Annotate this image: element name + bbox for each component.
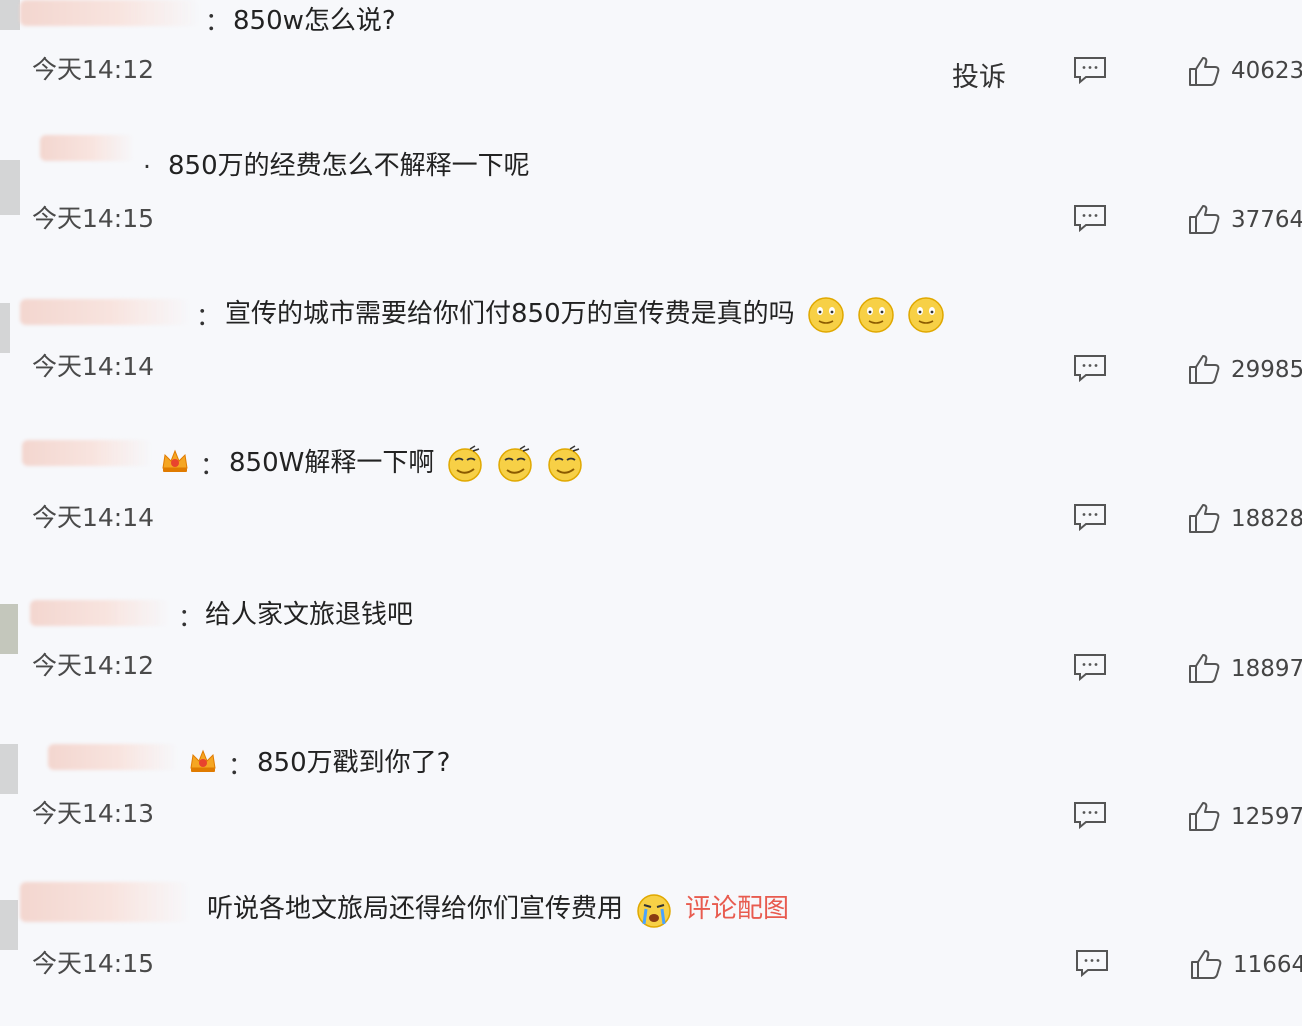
comment-item: 听说各地文旅局还得给你们宣传费用 评论配图 今天14:15 11664 bbox=[0, 878, 1302, 1026]
reply-icon[interactable] bbox=[1074, 948, 1110, 978]
thumbs-up-icon[interactable] bbox=[1189, 947, 1223, 981]
avatar[interactable] bbox=[0, 0, 20, 30]
username-blurred[interactable] bbox=[20, 299, 190, 325]
comment-time: 今天14:15 bbox=[32, 204, 155, 233]
username-blurred[interactable] bbox=[40, 135, 135, 161]
comment-item: . 850万的经费怎么不解释一下呢 今天14:15 37764 bbox=[0, 135, 1302, 283]
reply-icon[interactable] bbox=[1072, 55, 1108, 85]
username-blurred[interactable] bbox=[20, 882, 190, 922]
thumbs-up-icon[interactable] bbox=[1187, 352, 1221, 386]
reply-icon[interactable] bbox=[1072, 502, 1108, 532]
smile-emoji-icon bbox=[907, 296, 944, 333]
reply-icon[interactable] bbox=[1072, 800, 1108, 830]
comment-text: 给人家文旅退钱吧 bbox=[205, 600, 414, 630]
comment-item: ： 850w怎么说? 今天14:12 投诉 40623 bbox=[0, 0, 1302, 148]
name-separator: ： bbox=[205, 7, 231, 36]
name-separator: ： bbox=[200, 451, 226, 480]
avatar[interactable] bbox=[0, 303, 10, 353]
crying-emoji-icon bbox=[637, 893, 671, 928]
comment-item: ： 宣传的城市需要给你们付850万的宣传费是真的吗 今天14:14 29985 bbox=[0, 283, 1302, 431]
comment-text: 宣传的城市需要给你们付850万的宣传费是真的吗 bbox=[225, 293, 945, 334]
comment-item: ： 850万戳到你了? 今天14:13 12597 bbox=[0, 730, 1302, 878]
comment-time: 今天14:14 bbox=[32, 503, 155, 532]
username-blurred[interactable] bbox=[48, 744, 178, 770]
like-count: 37764 bbox=[1231, 207, 1302, 233]
username-blurred[interactable] bbox=[20, 0, 200, 26]
thumbs-up-icon[interactable] bbox=[1187, 54, 1221, 88]
smirk-emoji-icon bbox=[498, 444, 533, 482]
comment-item: ： 给人家文旅退钱吧 今天14:12 18897 bbox=[0, 582, 1302, 730]
thumbs-up-icon[interactable] bbox=[1187, 799, 1221, 833]
like-count: 29985 bbox=[1231, 357, 1302, 383]
reply-icon[interactable] bbox=[1072, 203, 1108, 233]
name-separator: ： bbox=[178, 603, 204, 632]
thumbs-up-icon[interactable] bbox=[1187, 501, 1221, 535]
thumbs-up-icon[interactable] bbox=[1187, 651, 1221, 685]
comment-time: 今天14:12 bbox=[32, 55, 155, 84]
username-blurred[interactable] bbox=[30, 600, 170, 626]
comment-time: 今天14:15 bbox=[32, 949, 155, 978]
reply-icon[interactable] bbox=[1072, 353, 1108, 383]
like-count: 18897 bbox=[1231, 656, 1302, 682]
smirk-emoji-icon bbox=[548, 444, 583, 482]
comment-text: 听说各地文旅局还得给你们宣传费用 评论配图 bbox=[207, 888, 789, 929]
comment-image-link[interactable]: 评论配图 bbox=[685, 894, 789, 924]
comment-time: 今天14:12 bbox=[32, 651, 155, 680]
comment-item: ： 850W解释一下啊 今天14:14 18828 bbox=[0, 432, 1302, 580]
smirk-emoji-icon bbox=[448, 444, 483, 482]
avatar[interactable] bbox=[0, 744, 18, 794]
name-separator: ： bbox=[196, 302, 222, 331]
vip-crown-badge-icon bbox=[162, 449, 188, 472]
comment-text: 850W解释一下啊 bbox=[229, 442, 584, 483]
name-separator: ： bbox=[228, 751, 254, 780]
like-count: 11664 bbox=[1233, 952, 1302, 978]
username-blurred[interactable] bbox=[22, 440, 152, 466]
comment-time: 今天14:14 bbox=[32, 352, 155, 381]
comment-time: 今天14:13 bbox=[32, 799, 155, 828]
avatar[interactable] bbox=[0, 160, 20, 215]
thumbs-up-icon[interactable] bbox=[1187, 202, 1221, 236]
smile-emoji-icon bbox=[807, 296, 844, 333]
like-count: 40623 bbox=[1231, 58, 1302, 84]
smile-emoji-icon bbox=[857, 296, 894, 333]
report-button[interactable]: 投诉 bbox=[952, 55, 1006, 94]
vip-crown-badge-icon bbox=[190, 749, 216, 772]
like-count: 18828 bbox=[1231, 506, 1302, 532]
comment-text: 850万的经费怎么不解释一下呢 bbox=[168, 151, 530, 181]
comment-text: 850w怎么说? bbox=[233, 6, 396, 36]
avatar[interactable] bbox=[0, 900, 18, 950]
avatar[interactable] bbox=[0, 604, 18, 654]
reply-icon[interactable] bbox=[1072, 652, 1108, 682]
comment-text: 850万戳到你了? bbox=[257, 748, 451, 778]
like-count: 12597 bbox=[1231, 804, 1302, 830]
name-separator: . bbox=[143, 145, 151, 174]
